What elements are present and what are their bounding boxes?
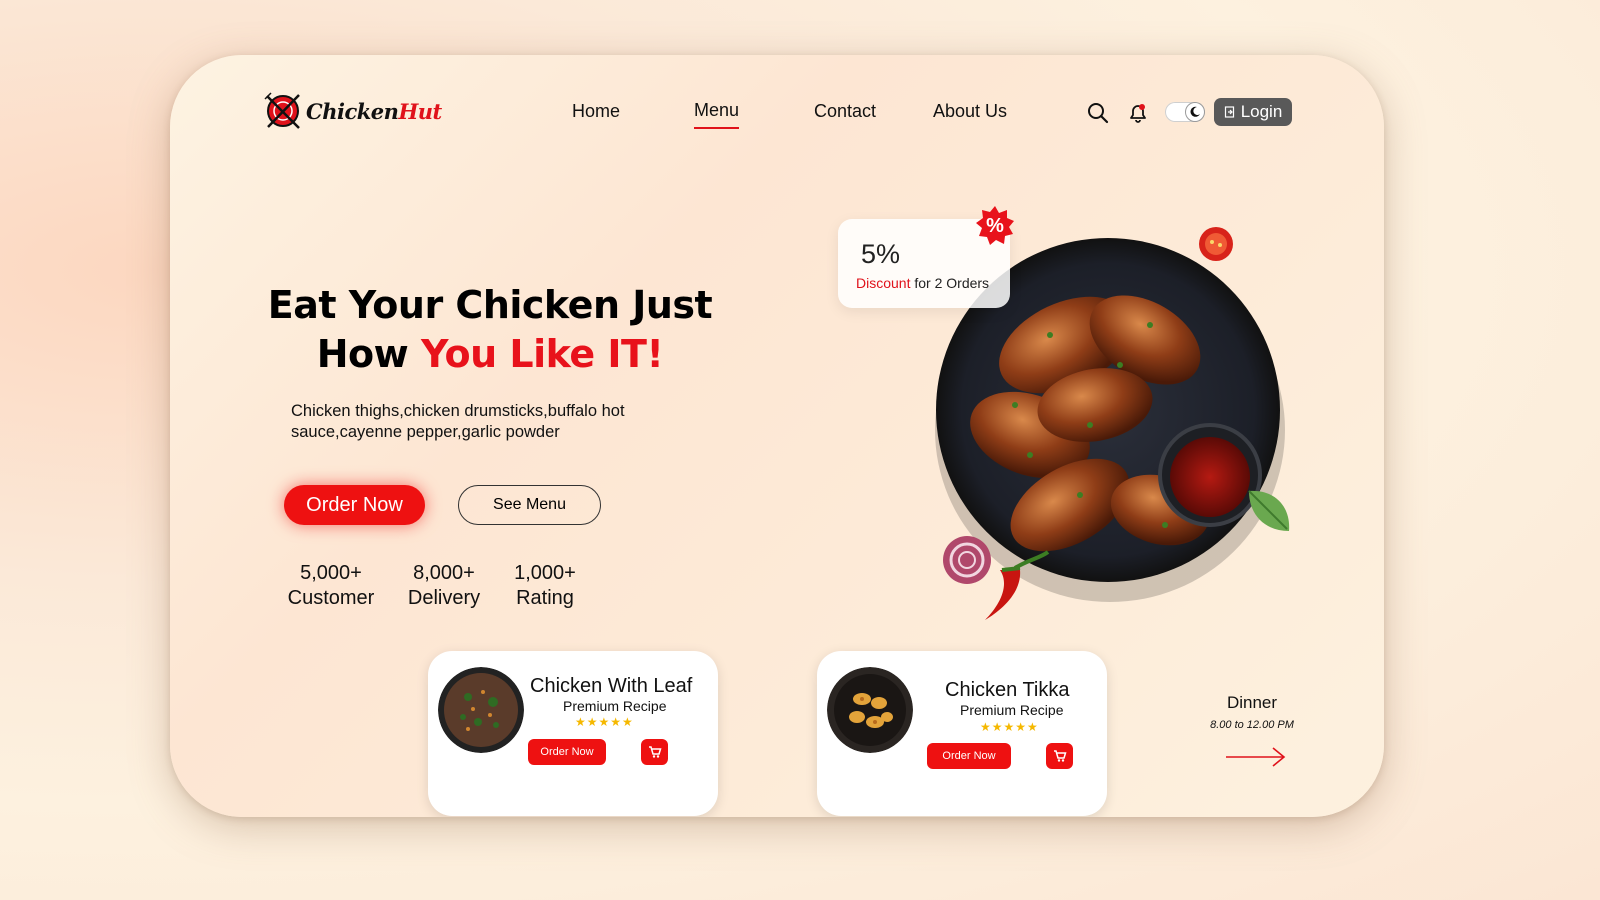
stat-rating: 1,000+ Rating <box>514 562 576 609</box>
star-rating: ★★★★★ <box>575 715 634 729</box>
recipe-card-chicken-tikka[interactable]: Chicken Tikka Premium Recipe ★★★★★ Order… <box>817 651 1107 816</box>
login-icon <box>1224 106 1234 118</box>
search-icon[interactable] <box>1086 101 1110 125</box>
order-now-button[interactable]: Order Now <box>284 485 425 525</box>
hero-title-line1: Eat Your Chicken Just <box>267 283 713 327</box>
svg-text:%: % <box>986 215 1004 237</box>
nav-contact[interactable]: Contact <box>814 101 876 122</box>
basil-leaf-icon <box>1248 490 1290 531</box>
brand-name: ChickenHut <box>306 98 442 124</box>
dinner-time: 8.00 to 12.00 PM <box>1210 719 1294 731</box>
login-label: Login <box>1240 102 1283 121</box>
arrow-right-icon[interactable] <box>1225 745 1287 769</box>
cart-icon[interactable] <box>1046 743 1073 769</box>
moon-icon <box>1186 103 1204 121</box>
discount-percent: 5% <box>861 239 901 269</box>
recipe-subtitle: Premium Recipe <box>563 698 667 714</box>
recipe-card-chicken-with-leaf[interactable]: Chicken With Leaf Premium Recipe ★★★★★ O… <box>428 651 718 816</box>
tomato-slice-icon <box>1199 227 1233 261</box>
nav-home[interactable]: Home <box>572 101 620 122</box>
hero-description: Chicken thighs,chicken drumsticks,buffal… <box>291 402 625 441</box>
bell-icon[interactable] <box>1126 101 1150 125</box>
login-button[interactable]: Login <box>1214 98 1292 126</box>
landing-page-card: ChickenHut Home Menu Contact About Us Lo… <box>170 55 1384 817</box>
order-now-button[interactable]: Order Now <box>528 739 606 765</box>
chicken-tikka-image <box>827 667 913 753</box>
dark-mode-toggle[interactable] <box>1165 102 1205 122</box>
stat-deliveries: 8,000+ Delivery <box>407 562 481 609</box>
star-rating: ★★★★★ <box>980 720 1039 734</box>
hero-title-line2: How You Like IT! <box>316 332 664 376</box>
order-now-button[interactable]: Order Now <box>927 743 1011 769</box>
plate-fork-knife-icon <box>264 92 300 129</box>
chicken-with-leaf-image <box>438 667 524 753</box>
cart-icon[interactable] <box>641 739 668 765</box>
stat-customers: 5,000+ Customer <box>287 562 375 609</box>
recipe-title: Chicken With Leaf <box>530 675 693 697</box>
recipe-subtitle: Premium Recipe <box>960 702 1064 718</box>
see-menu-button[interactable]: See Menu <box>458 485 601 525</box>
discount-text: Discount for 2 Orders <box>856 275 990 291</box>
recipe-title: Chicken Tikka <box>945 679 1070 701</box>
onion-chili-garnish-icon <box>943 536 1050 620</box>
percent-badge-icon: % <box>976 206 1014 245</box>
brand-logo[interactable]: ChickenHut <box>262 91 442 131</box>
dinner-hours: Dinner 8.00 to 12.00 PM <box>1190 693 1314 731</box>
nav-menu[interactable]: Menu <box>694 100 740 129</box>
nav-about-us[interactable]: About Us <box>933 101 1007 122</box>
dinner-title: Dinner <box>1226 693 1278 712</box>
